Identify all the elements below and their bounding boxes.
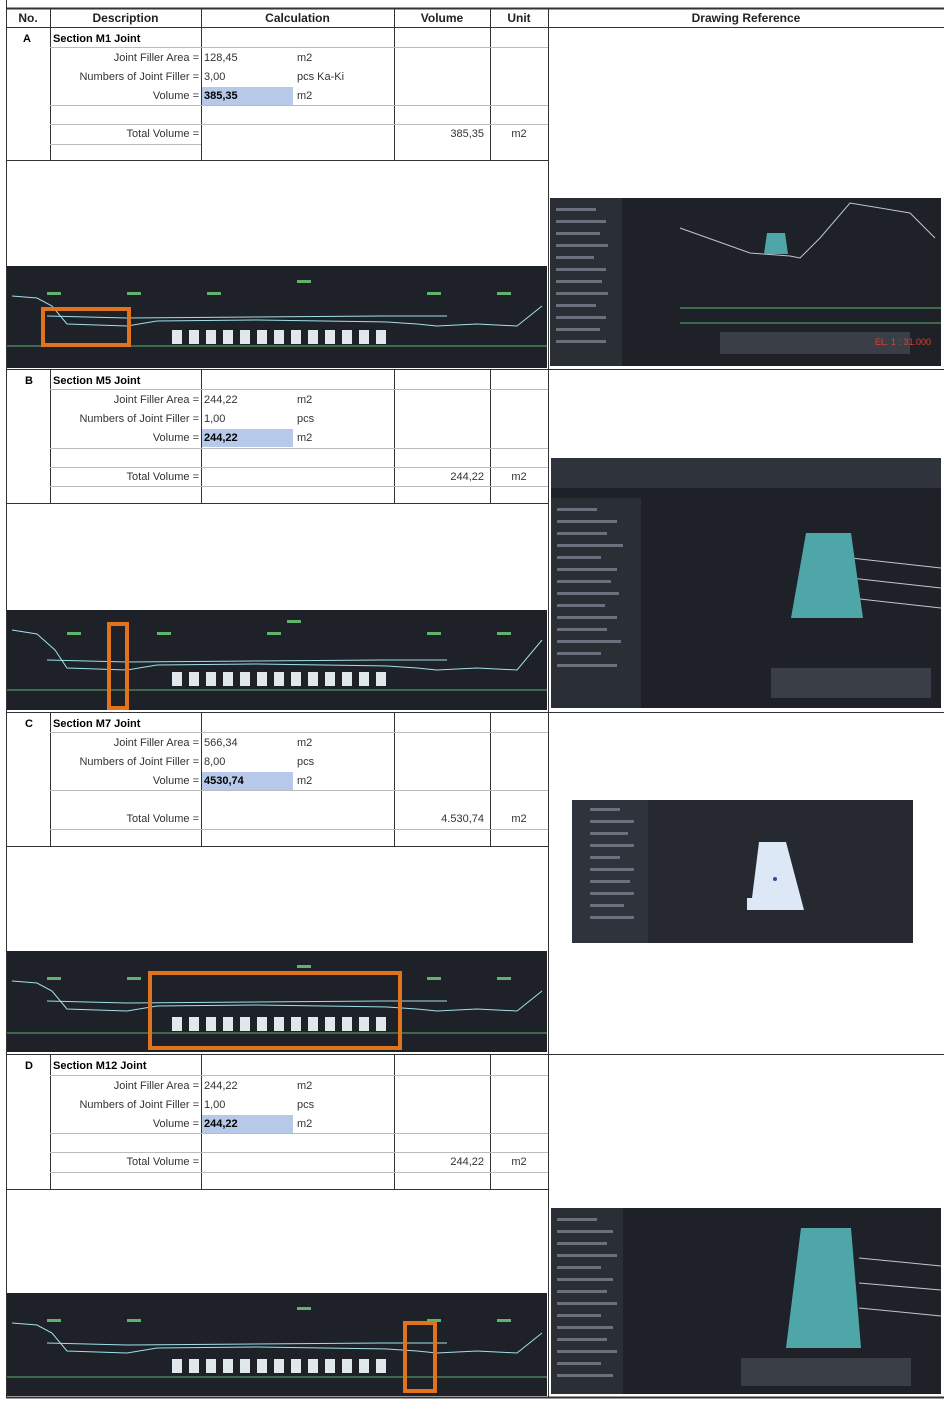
area-value: 566,34 bbox=[204, 737, 238, 749]
count-label: Numbers of Joint Filler = bbox=[79, 71, 199, 83]
header-unit: Unit bbox=[507, 11, 531, 25]
bill-of-quantity-sheet: No. Description Calculation Volume Unit … bbox=[0, 0, 944, 1401]
count-label: Numbers of Joint Filler = bbox=[79, 413, 199, 425]
total-value: 4.530,74 bbox=[441, 813, 484, 825]
drawing-reference-image: EL. 1 : 31.000 bbox=[550, 198, 941, 366]
area-label: Joint Filler Area = bbox=[113, 1080, 199, 1092]
header-calculation: Calculation bbox=[265, 11, 330, 25]
total-label: Total Volume = bbox=[126, 471, 199, 483]
volume-label: Volume = bbox=[152, 432, 199, 444]
total-unit: m2 bbox=[511, 128, 527, 140]
count-unit: pcs bbox=[297, 413, 315, 425]
drawing-reference-image bbox=[551, 458, 941, 708]
volume-unit: m2 bbox=[297, 432, 313, 444]
area-value: 244,22 bbox=[204, 1080, 238, 1092]
area-label: Joint Filler Area = bbox=[113, 52, 199, 64]
area-value: 244,22 bbox=[204, 394, 238, 406]
total-unit: m2 bbox=[511, 813, 527, 825]
elevation-readout: EL. 1 : 31.000 bbox=[875, 337, 931, 347]
section-no: D bbox=[25, 1060, 33, 1072]
section-title: Section M7 Joint bbox=[53, 718, 141, 730]
drawing-reference-image bbox=[572, 800, 913, 943]
header-description: Description bbox=[92, 11, 159, 25]
count-label: Numbers of Joint Filler = bbox=[79, 1099, 199, 1111]
area-label: Joint Filler Area = bbox=[113, 737, 199, 749]
drawing-reference-image bbox=[551, 1208, 941, 1394]
volume-label: Volume = bbox=[152, 1118, 199, 1130]
total-value: 244,22 bbox=[450, 471, 484, 483]
header-no: No. bbox=[18, 11, 38, 25]
area-unit: m2 bbox=[297, 737, 313, 749]
total-label: Total Volume = bbox=[126, 813, 199, 825]
count-value: 1,00 bbox=[204, 413, 226, 425]
section-no: B bbox=[25, 375, 33, 387]
count-unit: pcs bbox=[297, 1099, 315, 1111]
count-unit: pcs Ka-Ki bbox=[297, 71, 345, 83]
volume-value: 244,22 bbox=[204, 1118, 238, 1130]
section-title: Section M12 Joint bbox=[53, 1060, 147, 1072]
header-volume: Volume bbox=[420, 11, 464, 25]
area-value: 128,45 bbox=[204, 52, 238, 64]
count-value: 1,00 bbox=[204, 1099, 226, 1111]
total-value: 385,35 bbox=[450, 128, 484, 140]
volume-unit: m2 bbox=[297, 775, 313, 787]
section-title: Section M5 Joint bbox=[53, 375, 141, 387]
area-unit: m2 bbox=[297, 1080, 313, 1092]
header-drawing-reference: Drawing Reference bbox=[691, 11, 801, 25]
volume-value: 4530,74 bbox=[204, 775, 244, 787]
volume-unit: m2 bbox=[297, 90, 313, 102]
cross-section-drawing bbox=[7, 951, 547, 1052]
cross-section-drawing bbox=[7, 266, 547, 368]
section-title: Section M1 Joint bbox=[53, 33, 141, 45]
count-unit: pcs bbox=[297, 756, 315, 768]
volume-value: 244,22 bbox=[204, 432, 238, 444]
section-no: A bbox=[23, 33, 31, 45]
cross-section-drawing bbox=[7, 1293, 547, 1396]
section-no: C bbox=[25, 718, 33, 730]
total-unit: m2 bbox=[511, 1156, 527, 1168]
total-label: Total Volume = bbox=[126, 1156, 199, 1168]
total-value: 244,22 bbox=[450, 1156, 484, 1168]
count-value: 8,00 bbox=[204, 756, 226, 768]
total-label: Total Volume = bbox=[126, 128, 199, 140]
volume-label: Volume = bbox=[152, 90, 199, 102]
volume-unit: m2 bbox=[297, 1118, 313, 1130]
count-label: Numbers of Joint Filler = bbox=[79, 756, 199, 768]
volume-value: 385,35 bbox=[204, 90, 238, 102]
total-unit: m2 bbox=[511, 471, 527, 483]
count-value: 3,00 bbox=[204, 71, 226, 83]
cross-section-drawing bbox=[7, 610, 547, 710]
area-unit: m2 bbox=[297, 52, 313, 64]
volume-label: Volume = bbox=[152, 775, 199, 787]
area-unit: m2 bbox=[297, 394, 313, 406]
area-label: Joint Filler Area = bbox=[113, 394, 199, 406]
